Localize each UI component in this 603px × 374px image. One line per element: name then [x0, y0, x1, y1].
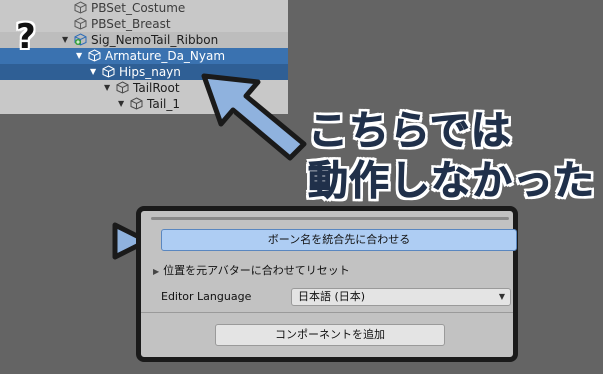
editor-language-label: Editor Language	[161, 290, 252, 303]
hierarchy-item-pbset-breast[interactable]: PBSet_Breast	[0, 16, 288, 32]
inspector-panel: ボーン名を統合先に合わせる ▶ 位置を元アバターに合わせてリセット Editor …	[136, 206, 518, 362]
hierarchy-item-label: Armature_Da_Nyam	[105, 49, 226, 63]
prefab-add-icon	[74, 33, 87, 46]
gameobject-icon	[88, 49, 101, 62]
caption-line-2: 動作しなかった	[308, 158, 595, 205]
annotation-arrow-icon	[201, 73, 307, 161]
reset-position-foldout[interactable]: ▶ 位置を元アバターに合わせてリセット	[153, 263, 350, 279]
gameobject-icon	[130, 97, 143, 110]
question-mark-annotation: ?	[16, 17, 36, 57]
hierarchy-item-label: Sig_NemoTail_Ribbon	[91, 33, 219, 47]
gameobject-icon	[74, 17, 87, 30]
hierarchy-item-label: PBSet_Costume	[91, 1, 186, 15]
expand-arrow-icon[interactable]: ▼	[76, 52, 84, 60]
hierarchy-item-label: TailRoot	[133, 81, 180, 95]
divider	[141, 312, 513, 313]
hierarchy-item-armature[interactable]: ▼ Armature_Da_Nyam	[0, 48, 288, 64]
hierarchy-item-pbset-costume[interactable]: PBSet_Costume	[0, 0, 288, 16]
foldout-arrow-icon[interactable]: ▶	[153, 267, 159, 276]
hierarchy-item-label: PBSet_Breast	[91, 17, 171, 31]
inspector-top-divider	[151, 217, 509, 220]
chevron-down-icon: ▼	[498, 292, 505, 301]
editor-language-dropdown[interactable]: 日本語 (日本) ▼	[291, 288, 511, 306]
editor-language-value: 日本語 (日本)	[298, 290, 366, 303]
reset-position-label: 位置を元アバターに合わせてリセット	[163, 264, 350, 277]
expand-arrow-icon[interactable]: ▼	[118, 100, 126, 108]
hierarchy-item-label: Tail_1	[147, 97, 180, 111]
add-component-button[interactable]: コンポーネントを追加	[215, 324, 445, 346]
hierarchy-item-label: Hips_nayn	[119, 65, 181, 79]
expand-arrow-icon[interactable]: ▼	[104, 84, 112, 92]
gameobject-icon	[74, 1, 87, 14]
hierarchy-item-sig-nemotail-ribbon[interactable]: ▼ Sig_NemoTail_Ribbon	[0, 32, 288, 48]
gameobject-icon	[116, 81, 129, 94]
gameobject-icon	[102, 65, 115, 78]
expand-arrow-icon[interactable]: ▼	[90, 68, 98, 76]
merge-bone-names-button[interactable]: ボーン名を統合先に合わせる	[161, 229, 517, 251]
expand-arrow-icon[interactable]: ▼	[62, 36, 70, 44]
